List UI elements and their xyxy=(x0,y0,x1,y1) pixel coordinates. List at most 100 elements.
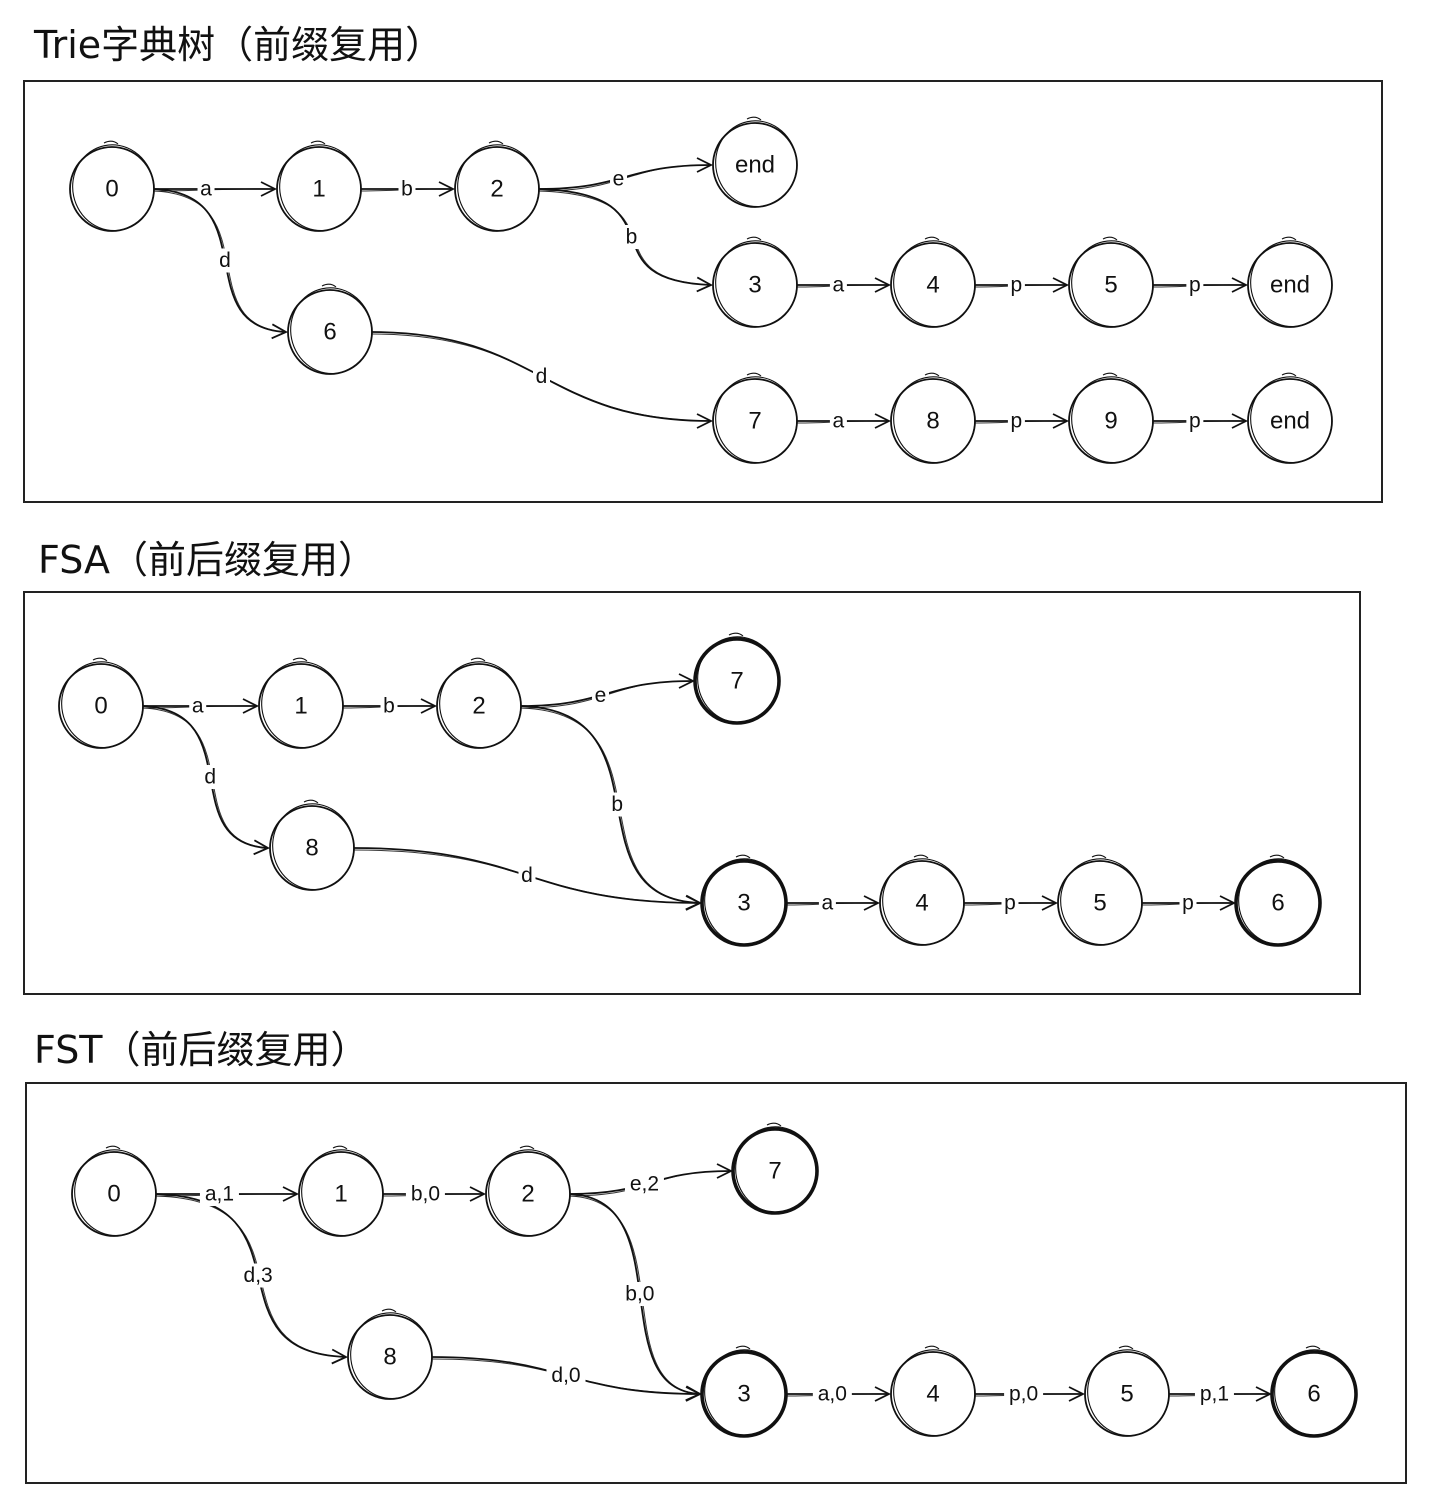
state-node: 2 xyxy=(436,657,522,749)
edge-label: a xyxy=(192,695,204,718)
state-label: 0 xyxy=(105,176,118,203)
edge-label: p xyxy=(1189,410,1201,433)
edge-label: e xyxy=(595,684,607,707)
edge-label: d xyxy=(204,766,216,789)
edge-label: p,0 xyxy=(1009,1383,1038,1406)
state-node: 2 xyxy=(485,1145,571,1237)
state-node: 5 xyxy=(1057,854,1143,946)
state-node: 4 xyxy=(879,854,965,946)
state-label: 4 xyxy=(926,1381,939,1408)
state-label: 1 xyxy=(312,176,325,203)
state-node: 6 xyxy=(1270,1345,1358,1438)
state-sketch-tick xyxy=(303,799,319,804)
state-label: 1 xyxy=(294,693,307,720)
state-sketch-tick xyxy=(310,140,326,145)
state-sketch-tick xyxy=(746,372,762,377)
state-label: 1 xyxy=(334,1181,347,1208)
state-sketch-tick xyxy=(924,236,940,241)
state-sketch-tick xyxy=(924,372,940,377)
state-label: 0 xyxy=(107,1181,120,1208)
state-label: 5 xyxy=(1104,272,1117,299)
state-sketch-tick xyxy=(735,1345,751,1350)
edge-label: p xyxy=(1182,892,1194,915)
edge-label: d xyxy=(536,365,548,388)
edge-label: p,1 xyxy=(1200,1383,1229,1406)
state-node: 6 xyxy=(287,283,373,375)
edge-label: b xyxy=(611,793,623,816)
state-label: end xyxy=(1270,408,1310,435)
state-label: 3 xyxy=(748,272,761,299)
state-node: 8 xyxy=(269,799,355,891)
state-label: 6 xyxy=(1271,890,1284,917)
state-sketch-tick xyxy=(519,1145,535,1150)
edge-label: d xyxy=(219,249,231,272)
state-node: 2 xyxy=(454,140,540,232)
edge-label: e,2 xyxy=(630,1173,659,1196)
state-label: 8 xyxy=(305,835,318,862)
state-label: 7 xyxy=(768,1158,781,1185)
edge-label: a xyxy=(833,274,845,297)
state-label: 7 xyxy=(730,668,743,695)
state-node: 8 xyxy=(890,372,976,464)
edge-label: d,3 xyxy=(244,1264,273,1287)
state-node: end xyxy=(712,116,798,208)
state-node: 0 xyxy=(71,1145,157,1237)
state-label: 2 xyxy=(472,693,485,720)
state-node: 5 xyxy=(1084,1345,1170,1437)
state-label: end xyxy=(1270,272,1310,299)
state-node: 3 xyxy=(712,236,798,328)
state-sketch-tick xyxy=(1102,372,1118,377)
edge-label: a xyxy=(200,178,212,201)
state-sketch-tick xyxy=(105,1145,121,1150)
edge-label: d xyxy=(521,864,533,887)
state-sketch-tick xyxy=(381,1308,397,1313)
state-sketch-tick xyxy=(103,140,119,145)
state-label: 0 xyxy=(94,693,107,720)
state-label: 2 xyxy=(490,176,503,203)
state-sketch-tick xyxy=(728,632,744,637)
state-sketch-tick xyxy=(92,657,108,662)
edge-label: d,0 xyxy=(551,1364,580,1387)
edge-label: b xyxy=(401,178,413,201)
state-label: 2 xyxy=(521,1181,534,1208)
state-label: 4 xyxy=(926,272,939,299)
state-node: 7 xyxy=(693,632,781,725)
state-label: 4 xyxy=(915,890,928,917)
state-node: 5 xyxy=(1068,236,1154,328)
edge-label: p xyxy=(1189,274,1201,297)
edge-label: p xyxy=(1004,892,1016,915)
edge-label: b xyxy=(626,226,638,249)
state-sketch-tick xyxy=(292,657,308,662)
state-sketch-tick xyxy=(1281,236,1297,241)
state-sketch-tick xyxy=(321,283,337,288)
state-label: 6 xyxy=(323,319,336,346)
edge-label: a xyxy=(833,410,845,433)
state-node: 4 xyxy=(890,236,976,328)
state-node: 9 xyxy=(1068,372,1154,464)
state-label: 3 xyxy=(737,890,750,917)
state-sketch-tick xyxy=(1091,854,1107,859)
state-sketch-tick xyxy=(746,236,762,241)
fsa-panel-frame xyxy=(23,591,1361,995)
edge-label: b,0 xyxy=(625,1283,654,1306)
state-label: 8 xyxy=(926,408,939,435)
edge-label: b xyxy=(383,695,395,718)
state-sketch-tick xyxy=(746,116,762,121)
state-node: 0 xyxy=(69,140,155,232)
state-node: 1 xyxy=(258,657,344,749)
state-node: 4 xyxy=(890,1345,976,1437)
state-sketch-tick xyxy=(470,657,486,662)
edge-label: a,0 xyxy=(818,1383,847,1406)
state-node: end xyxy=(1247,236,1333,328)
edge-label: p xyxy=(1011,410,1023,433)
state-node: 6 xyxy=(1234,854,1322,947)
state-sketch-tick xyxy=(766,1122,782,1127)
state-label: 5 xyxy=(1120,1381,1133,1408)
state-sketch-tick xyxy=(913,854,929,859)
edge-label: a xyxy=(822,892,834,915)
state-sketch-tick xyxy=(488,140,504,145)
state-sketch-tick xyxy=(1281,372,1297,377)
state-node: 3 xyxy=(700,1345,788,1438)
edge-label: b,0 xyxy=(411,1183,440,1206)
state-sketch-tick xyxy=(1102,236,1118,241)
